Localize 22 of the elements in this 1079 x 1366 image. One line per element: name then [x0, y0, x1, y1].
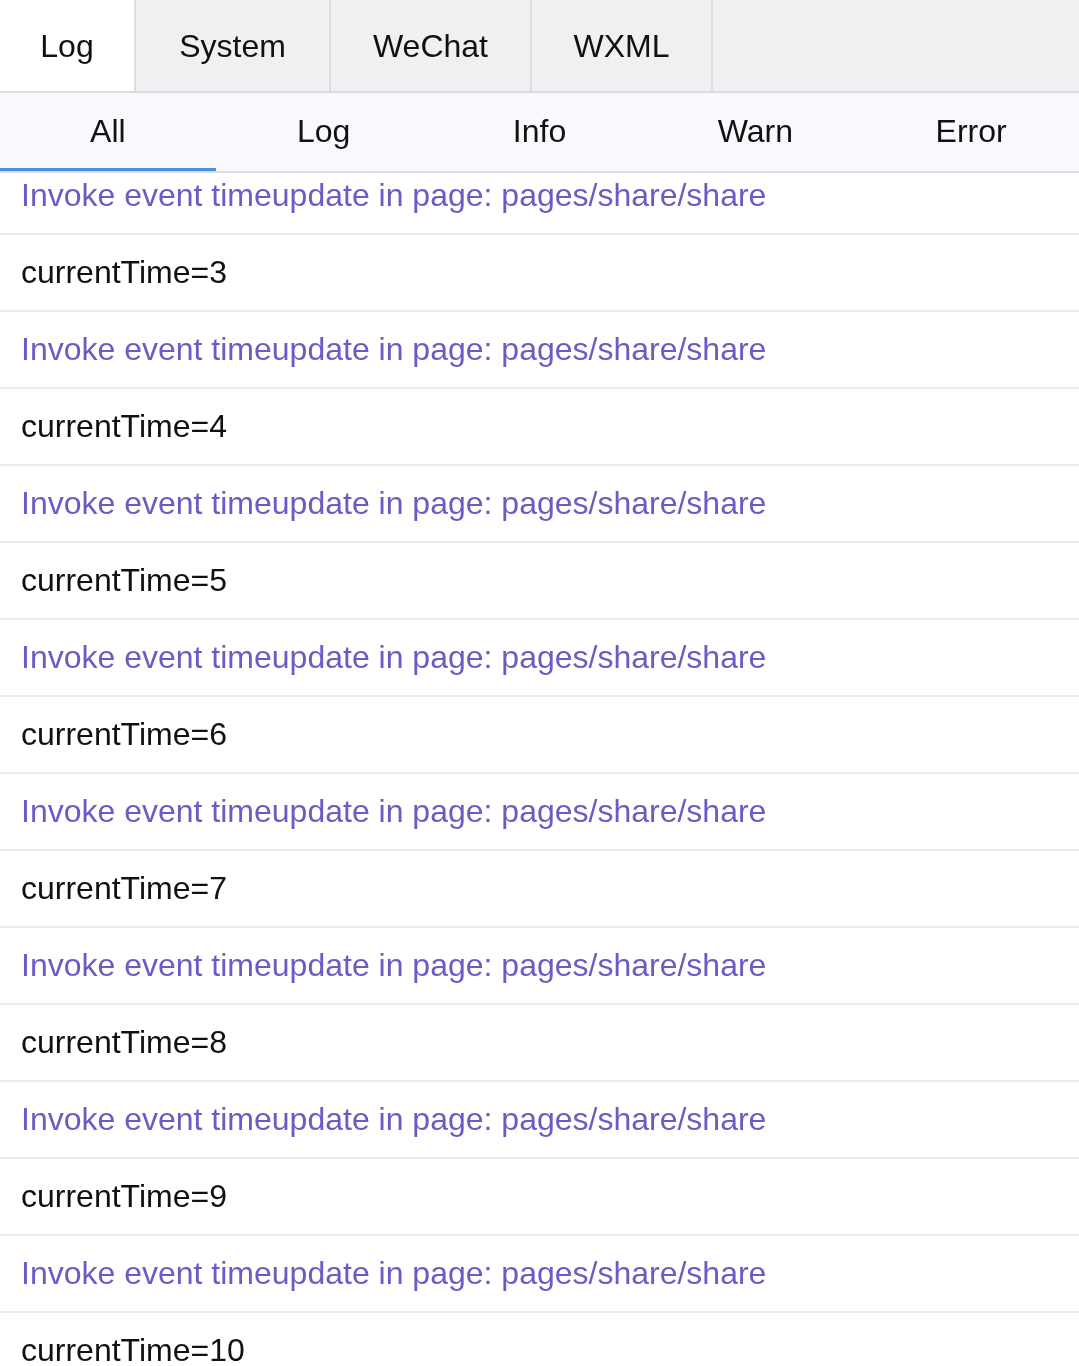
tab[interactable]: Log: [0, 0, 136, 91]
info-log-entry: Invoke event timeupdate in page: pages/share/share: [0, 928, 1079, 1005]
filter-tab[interactable]: Warn: [647, 93, 864, 171]
filter-tab[interactable]: Error: [863, 93, 1079, 171]
log-entry: currentTime=7: [0, 851, 1079, 928]
filter-tab[interactable]: Log: [215, 93, 432, 171]
info-log-entry: Invoke event timeupdate in page: pages/share/share: [0, 1082, 1079, 1159]
log-entry: currentTime=3: [0, 235, 1079, 312]
log-entry: currentTime=4: [0, 389, 1079, 466]
log-entry: currentTime=10: [0, 1313, 1079, 1366]
info-log-entry: Invoke event timeupdate in page: pages/share/share: [0, 1236, 1079, 1313]
filter-tab[interactable]: All: [0, 93, 216, 171]
info-log-entry: Invoke event timeupdate in page: pages/share/share: [0, 620, 1079, 697]
log-entry: currentTime=8: [0, 1005, 1079, 1082]
info-log-entry: Invoke event timeupdate in page: pages/share/share: [0, 173, 1079, 235]
log-entry: currentTime=6: [0, 697, 1079, 774]
log-entry: currentTime=9: [0, 1159, 1079, 1236]
log-entry: currentTime=5: [0, 543, 1079, 620]
info-log-entry: Invoke event timeupdate in page: pages/share/share: [0, 312, 1079, 389]
filter-tab[interactable]: Info: [431, 93, 648, 171]
info-log-entry: Invoke event timeupdate in page: pages/share/share: [0, 466, 1079, 543]
info-log-entry: Invoke event timeupdate in page: pages/share/share: [0, 774, 1079, 851]
